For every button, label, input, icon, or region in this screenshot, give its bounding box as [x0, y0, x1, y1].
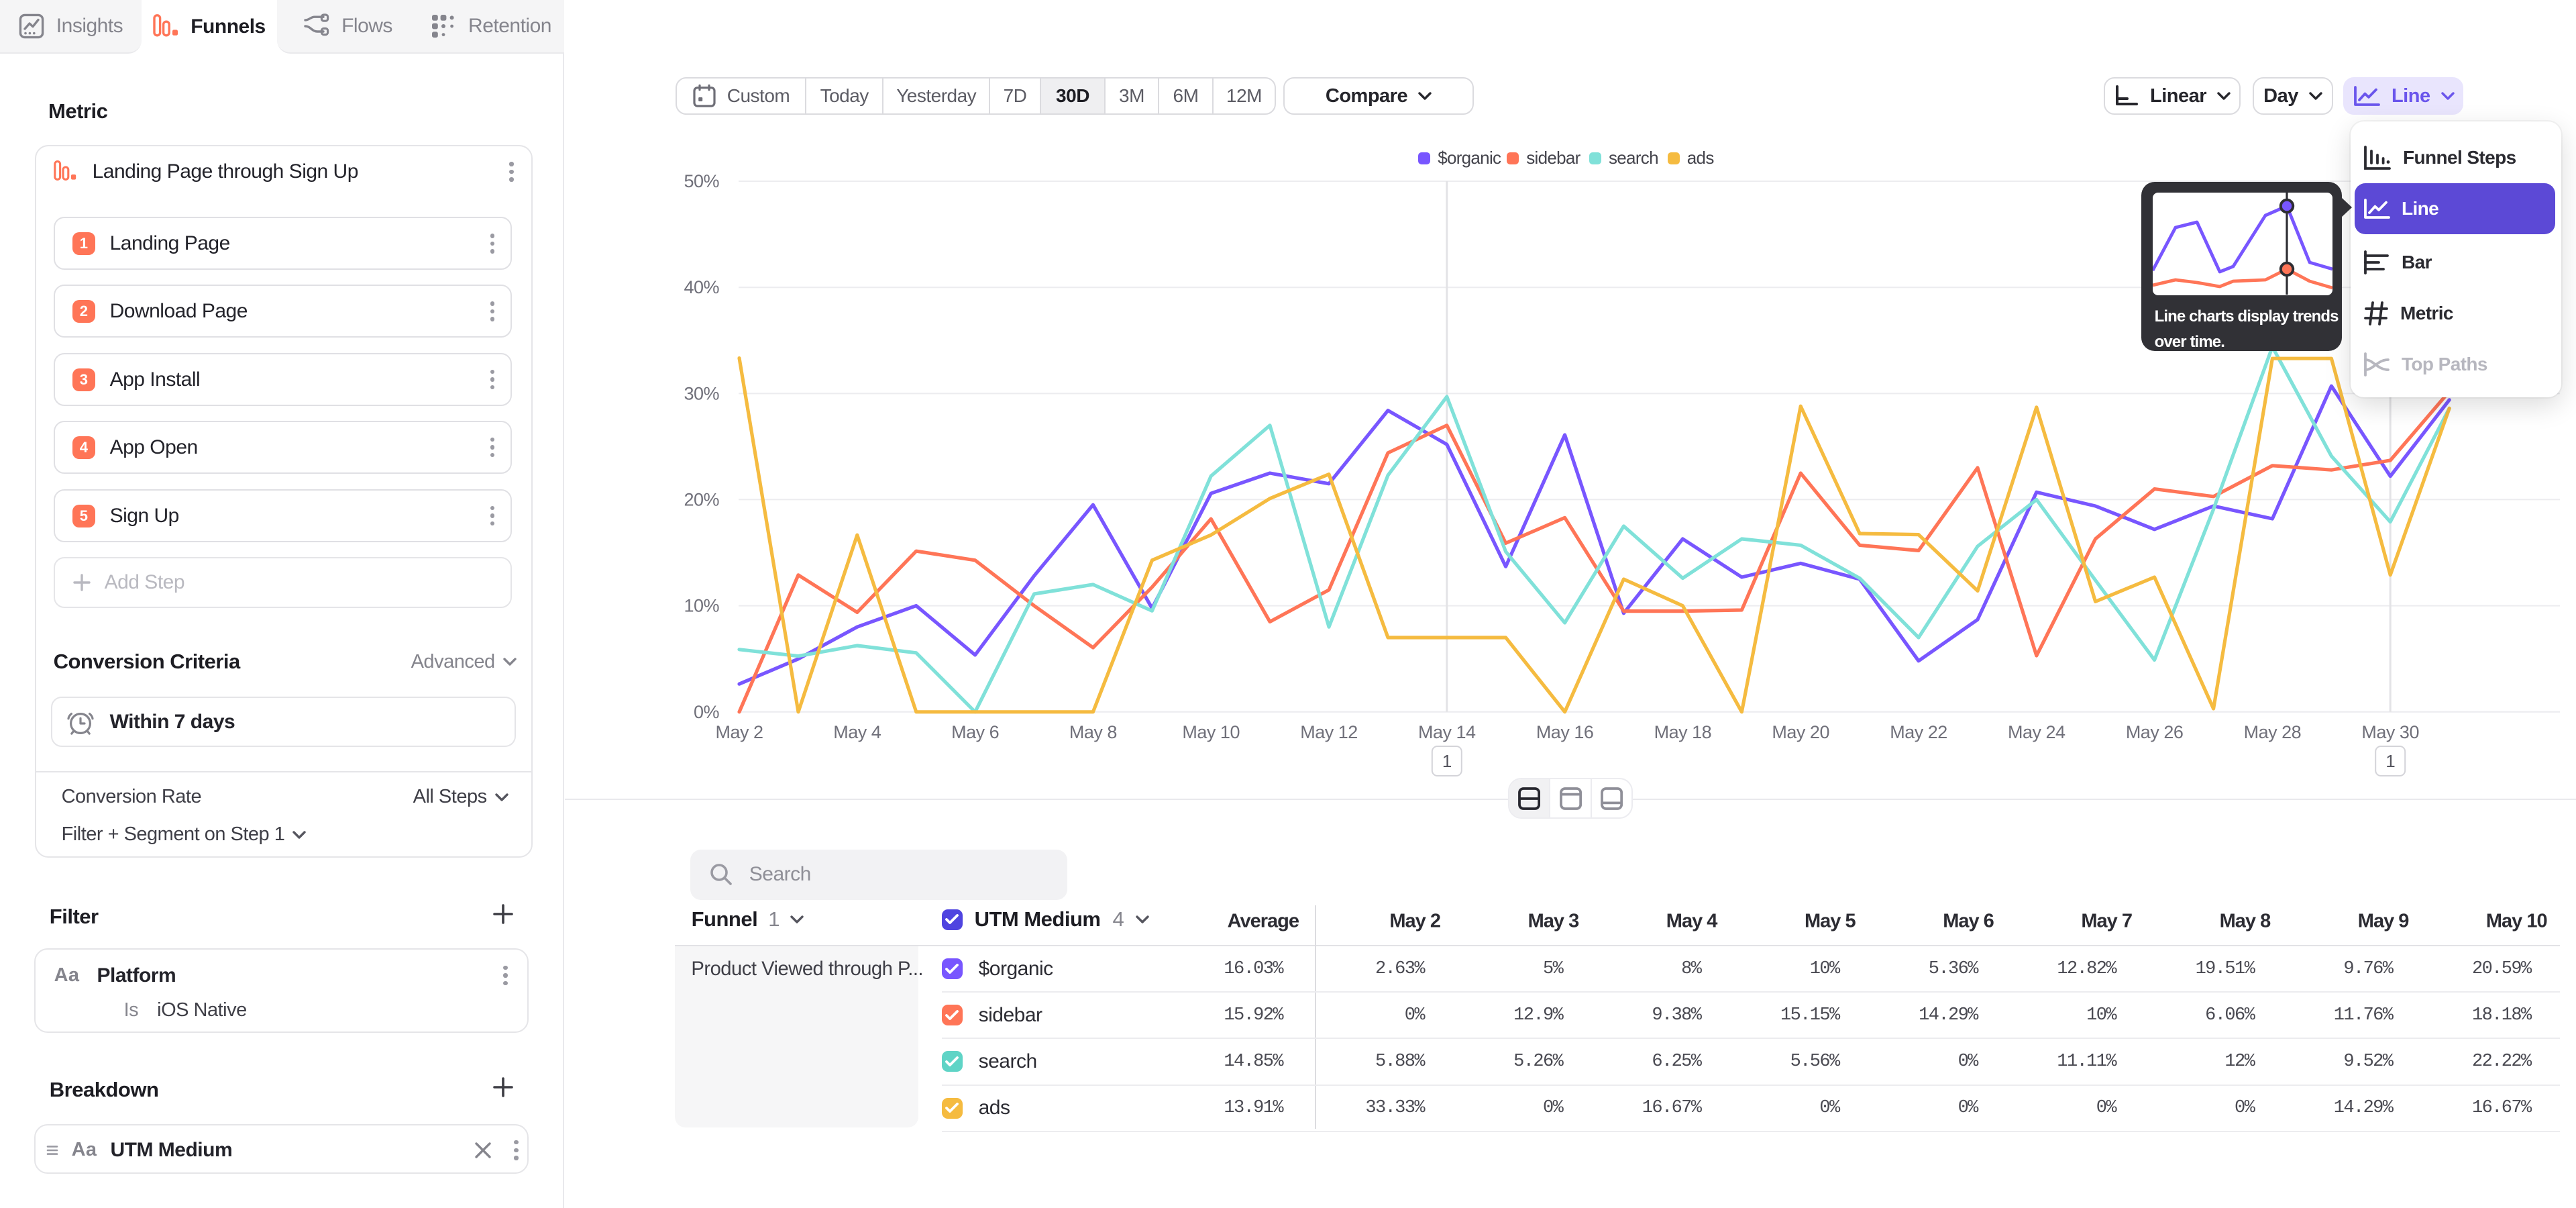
svg-text:May 16: May 16	[1536, 722, 1594, 742]
svg-text:40%: 40%	[684, 277, 719, 297]
svg-text:20%: 20%	[684, 489, 719, 509]
svg-text:May 22: May 22	[1890, 722, 1947, 742]
svg-text:10%: 10%	[684, 596, 719, 616]
svg-text:May 24: May 24	[2008, 722, 2065, 742]
svg-text:May 26: May 26	[2126, 722, 2184, 742]
svg-text:1: 1	[2385, 751, 2395, 771]
svg-text:May 12: May 12	[1300, 722, 1358, 742]
svg-text:May 30: May 30	[2361, 722, 2419, 742]
svg-text:May 28: May 28	[2244, 722, 2302, 742]
svg-text:May 6: May 6	[951, 722, 999, 742]
svg-text:1: 1	[1442, 751, 1452, 771]
svg-text:0%: 0%	[694, 702, 720, 722]
svg-text:30%: 30%	[684, 383, 719, 403]
svg-text:May 2: May 2	[715, 722, 763, 742]
svg-text:May 14: May 14	[1418, 722, 1476, 742]
svg-text:May 10: May 10	[1182, 722, 1240, 742]
svg-text:May 4: May 4	[833, 722, 881, 742]
svg-text:May 18: May 18	[1654, 722, 1712, 742]
svg-text:50%: 50%	[684, 171, 719, 191]
svg-text:May 20: May 20	[1772, 722, 1829, 742]
svg-text:May 8: May 8	[1069, 722, 1117, 742]
